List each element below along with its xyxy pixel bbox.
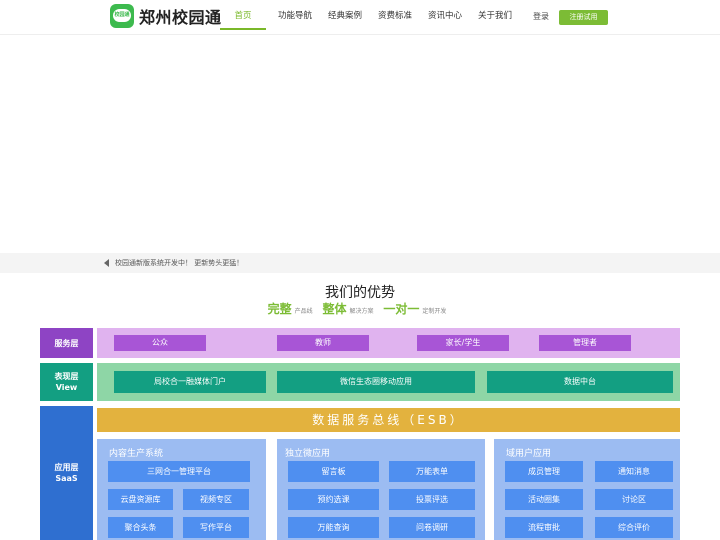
service-layer-label-text: 服务层 — [54, 338, 79, 348]
view-chip-media-portal: 局校合一融媒体门户 — [114, 371, 266, 393]
app-chip: 万能表单 — [389, 461, 475, 482]
login-link[interactable]: 登录 — [533, 11, 549, 22]
app-layer-label-en: SaaS — [55, 474, 78, 483]
panel-content-production: 内容生产系统 三网合一管理平台 云盘资源库 视频专区 聚合头条 写作平台 — [97, 439, 266, 540]
app-chip: 讨论区 — [595, 489, 673, 510]
slogan-note: 产品线 — [294, 308, 313, 315]
panel-title: 内容生产系统 — [109, 449, 164, 459]
view-layer-label: 表现层 View — [40, 363, 93, 401]
logo[interactable]: 校园通 郑州校园通 — [110, 4, 222, 28]
app-chip: 写作平台 — [183, 517, 249, 538]
speaker-icon — [104, 259, 109, 267]
notice-bar: 校园通新版系统开发中！ 更新势头更猛！ — [0, 253, 720, 273]
app-chip: 预约选课 — [288, 489, 379, 510]
hero-banner — [0, 35, 720, 253]
chat-bubble-logo-icon: 校园通 — [110, 4, 134, 28]
app-chip: 聚合头条 — [108, 517, 173, 538]
nav-item-pricing[interactable]: 资费标准 — [370, 0, 420, 30]
app-chip: 问卷调研 — [389, 517, 475, 538]
panel-title: 独立微应用 — [285, 449, 331, 459]
nav-item-cases[interactable]: 经典案例 — [320, 0, 370, 30]
app-chip: 活动圈集 — [505, 489, 583, 510]
notice-text[interactable]: 校园通新版系统开发中！ 更新势头更猛！ — [115, 258, 243, 268]
panel-domain-user-apps: 域用户应用 成员管理 通知消息 活动圈集 讨论区 流程审批 综合评价 — [494, 439, 680, 540]
service-chip-parent-student: 家长/学生 — [417, 335, 509, 351]
panel-micro-apps: 独立微应用 留言板 万能表单 预约选课 投票评选 万能查询 问卷调研 — [277, 439, 485, 540]
slogan-note: 定制开发 — [422, 308, 447, 315]
slogan-word: 整体 — [322, 302, 347, 316]
app-chip: 综合评价 — [595, 517, 673, 538]
logo-text: 郑州校园通 — [139, 8, 222, 27]
nav-item-features[interactable]: 功能导航 — [270, 0, 320, 30]
app-chip: 投票评选 — [389, 489, 475, 510]
esb-bar: 数据服务总线（ESB） — [97, 408, 680, 432]
view-layer-label-en: View — [55, 383, 78, 392]
app-chip: 通知消息 — [595, 461, 673, 482]
nav-item-home[interactable]: 首页 — [220, 0, 266, 30]
service-chip-manager: 管理者 — [539, 335, 631, 351]
app-chip: 流程审批 — [505, 517, 583, 538]
app-layer-label: 应用层 SaaS — [40, 406, 93, 540]
service-chip-teacher: 教师 — [277, 335, 369, 351]
service-layer-label: 服务层 — [40, 328, 93, 358]
view-chip-data-center: 数据中台 — [487, 371, 673, 393]
advantages-slogan: 完整 产品线 整体 解决方案 一对一 定制开发 — [0, 300, 720, 317]
section-title: 我们的优势 — [325, 285, 395, 301]
panel-title: 域用户应用 — [506, 449, 552, 459]
app-chip: 三网合一管理平台 — [108, 461, 250, 482]
site-header: 校园通 郑州校园通 首页 功能导航 经典案例 资费标准 资讯中心 关于我们 登录… — [0, 0, 720, 35]
main-nav: 首页 功能导航 经典案例 资费标准 资讯中心 关于我们 — [220, 0, 520, 30]
register-trial-button[interactable]: 注册试用 — [559, 10, 608, 25]
app-chip: 视频专区 — [183, 489, 249, 510]
service-chip-public: 公众 — [114, 335, 206, 351]
nav-item-news[interactable]: 资讯中心 — [420, 0, 470, 30]
slogan-note: 解决方案 — [349, 308, 374, 315]
slogan-word: 完整 — [267, 302, 292, 316]
logo-badge-text: 校园通 — [114, 12, 130, 18]
app-chip: 云盘资源库 — [108, 489, 173, 510]
app-chip: 留言板 — [288, 461, 379, 482]
app-chip: 万能查询 — [288, 517, 379, 538]
view-layer-label-cn: 表现层 — [54, 372, 79, 381]
slogan-word: 一对一 — [383, 302, 420, 316]
app-chip: 成员管理 — [505, 461, 583, 482]
nav-item-about[interactable]: 关于我们 — [470, 0, 520, 30]
view-chip-wechat-mobile: 微信生态圈移动应用 — [277, 371, 475, 393]
app-layer-label-cn: 应用层 — [54, 463, 79, 472]
